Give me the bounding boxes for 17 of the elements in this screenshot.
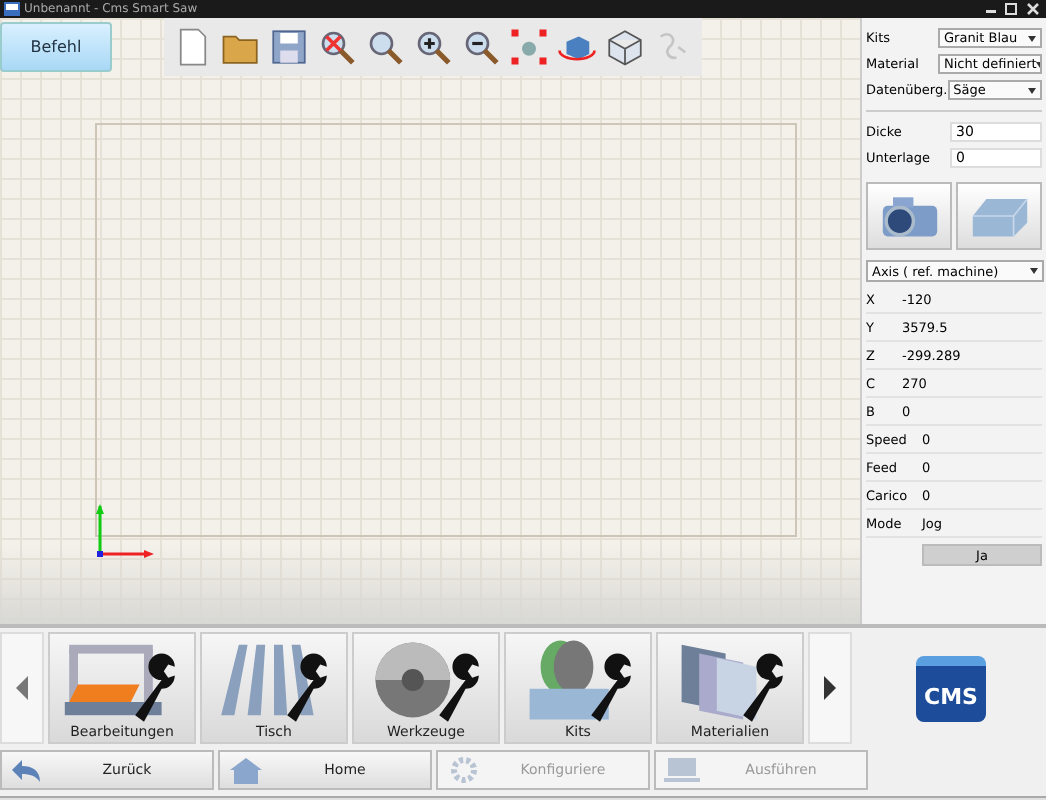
fit-view-icon[interactable] [508, 26, 550, 68]
window-controls-icon[interactable] [982, 2, 1042, 16]
camera-button[interactable] [866, 182, 952, 250]
save-icon[interactable] [268, 26, 310, 68]
magnifier-icon[interactable] [316, 26, 358, 68]
home-icon [226, 754, 266, 786]
brand-logo: CMS [916, 655, 986, 721]
zoom-in-icon[interactable] [412, 26, 454, 68]
magnifier-icon[interactable] [364, 26, 406, 68]
command-button[interactable]: Befehl [0, 22, 112, 72]
scroll-right-button[interactable] [808, 632, 852, 744]
app-icon [4, 2, 20, 16]
zoom-out-icon[interactable] [460, 26, 502, 68]
axis-gizmo-icon [96, 502, 156, 562]
laptop-icon [662, 754, 702, 786]
wireframe-box-icon[interactable] [604, 26, 646, 68]
scroll-left-button[interactable] [0, 632, 44, 744]
